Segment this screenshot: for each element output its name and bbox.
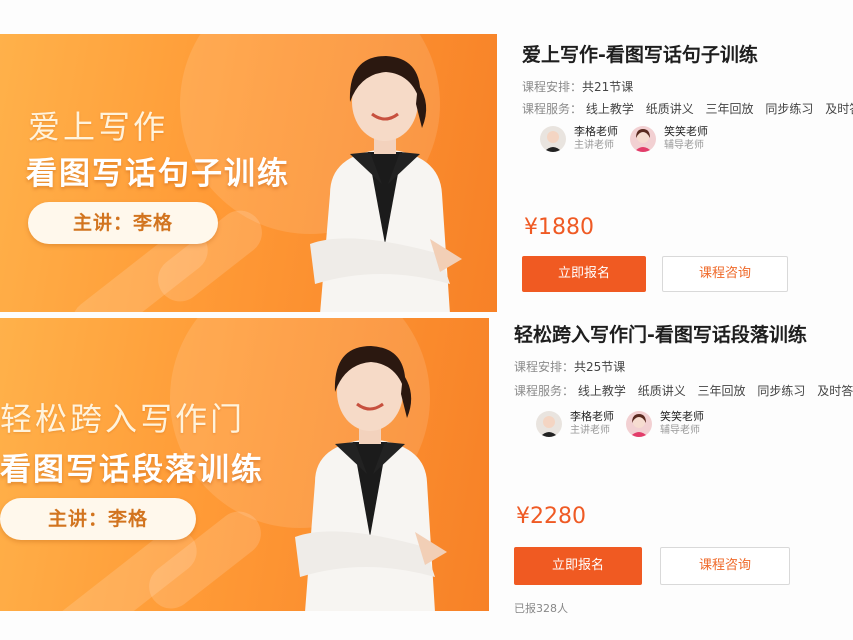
course-price: ¥2280	[516, 504, 586, 529]
service-tag: 及时答疑	[825, 102, 853, 116]
enrolled-count: 已报328人	[514, 602, 568, 615]
teacher-name: 笑笑老师	[660, 410, 704, 423]
banner-subtitle: 爱上写作	[28, 108, 169, 146]
service-tag: 同步练习	[765, 102, 814, 116]
course-services: 课程服务： 线上教学 纸质讲义 三年回放 同步练习 及时答疑	[514, 382, 853, 399]
services-label: 课程服务：	[514, 384, 575, 398]
schedule-label: 课程安排：	[514, 360, 575, 374]
teacher-assistant: 笑笑老师 辅导老师	[630, 125, 708, 153]
course-price: ¥1880	[524, 215, 594, 240]
teacher-role: 主讲老师	[570, 425, 610, 436]
course-card[interactable]: 爱上写作 看图写话句子训练 主讲：李格 爱上写作-看图写话句子训练 课程安排：共…	[0, 0, 853, 312]
banner-lecturer-pill: 主讲：李格	[28, 202, 218, 244]
banner-lecturer-pill: 主讲：李格	[0, 498, 196, 540]
banner-subtitle: 轻松跨入写作门	[0, 400, 246, 438]
teacher-photo	[275, 332, 465, 611]
course-card[interactable]: 轻松跨入写作门 看图写话段落训练 主讲：李格 轻松跨入写作门-看图写话段落训练 …	[0, 310, 853, 640]
teacher-photo	[290, 44, 480, 312]
course-banner[interactable]: 轻松跨入写作门 看图写话段落训练 主讲：李格	[0, 318, 489, 611]
teacher-name: 李格老师	[574, 125, 618, 138]
service-tag: 线上教学	[577, 384, 626, 398]
schedule-label: 课程安排：	[522, 80, 583, 94]
service-tag: 纸质讲义	[645, 102, 694, 116]
teacher-role: 辅导老师	[664, 140, 704, 151]
service-tag: 三年回放	[697, 384, 746, 398]
service-tag: 同步练习	[757, 384, 806, 398]
consult-button[interactable]: 课程咨询	[660, 547, 790, 585]
service-tag: 及时答疑	[817, 384, 853, 398]
course-schedule: 课程安排：共25节课	[514, 358, 625, 375]
avatar	[540, 126, 566, 152]
teacher-role: 主讲老师	[574, 140, 614, 151]
teacher-main: 李格老师 主讲老师	[536, 410, 614, 438]
service-tag: 三年回放	[705, 102, 754, 116]
enroll-button[interactable]: 立即报名	[522, 256, 646, 292]
banner-title: 看图写话段落训练	[0, 452, 264, 488]
schedule-value: 共21节课	[582, 80, 634, 94]
course-title[interactable]: 轻松跨入写作门-看图写话段落训练	[514, 320, 807, 347]
teacher-role: 辅导老师	[660, 425, 700, 436]
schedule-value: 共25节课	[574, 360, 626, 374]
service-tag: 纸质讲义	[637, 384, 686, 398]
course-schedule: 课程安排：共21节课	[522, 78, 633, 95]
course-title[interactable]: 爱上写作-看图写话句子训练	[522, 40, 758, 67]
consult-button[interactable]: 课程咨询	[662, 256, 788, 292]
teacher-name: 李格老师	[570, 410, 614, 423]
course-services: 课程服务： 线上教学 纸质讲义 三年回放 同步练习 及时答疑	[522, 100, 853, 117]
teacher-main: 李格老师 主讲老师	[540, 125, 618, 153]
teacher-name: 笑笑老师	[664, 125, 708, 138]
banner-title: 看图写话句子训练	[26, 156, 290, 192]
course-banner[interactable]: 爱上写作 看图写话句子训练 主讲：李格	[0, 34, 497, 312]
teacher-assistant: 笑笑老师 辅导老师	[626, 410, 704, 438]
services-label: 课程服务：	[522, 102, 583, 116]
avatar	[536, 411, 562, 437]
service-tag: 线上教学	[585, 102, 634, 116]
enroll-button[interactable]: 立即报名	[514, 547, 642, 585]
avatar	[626, 411, 652, 437]
avatar	[630, 126, 656, 152]
